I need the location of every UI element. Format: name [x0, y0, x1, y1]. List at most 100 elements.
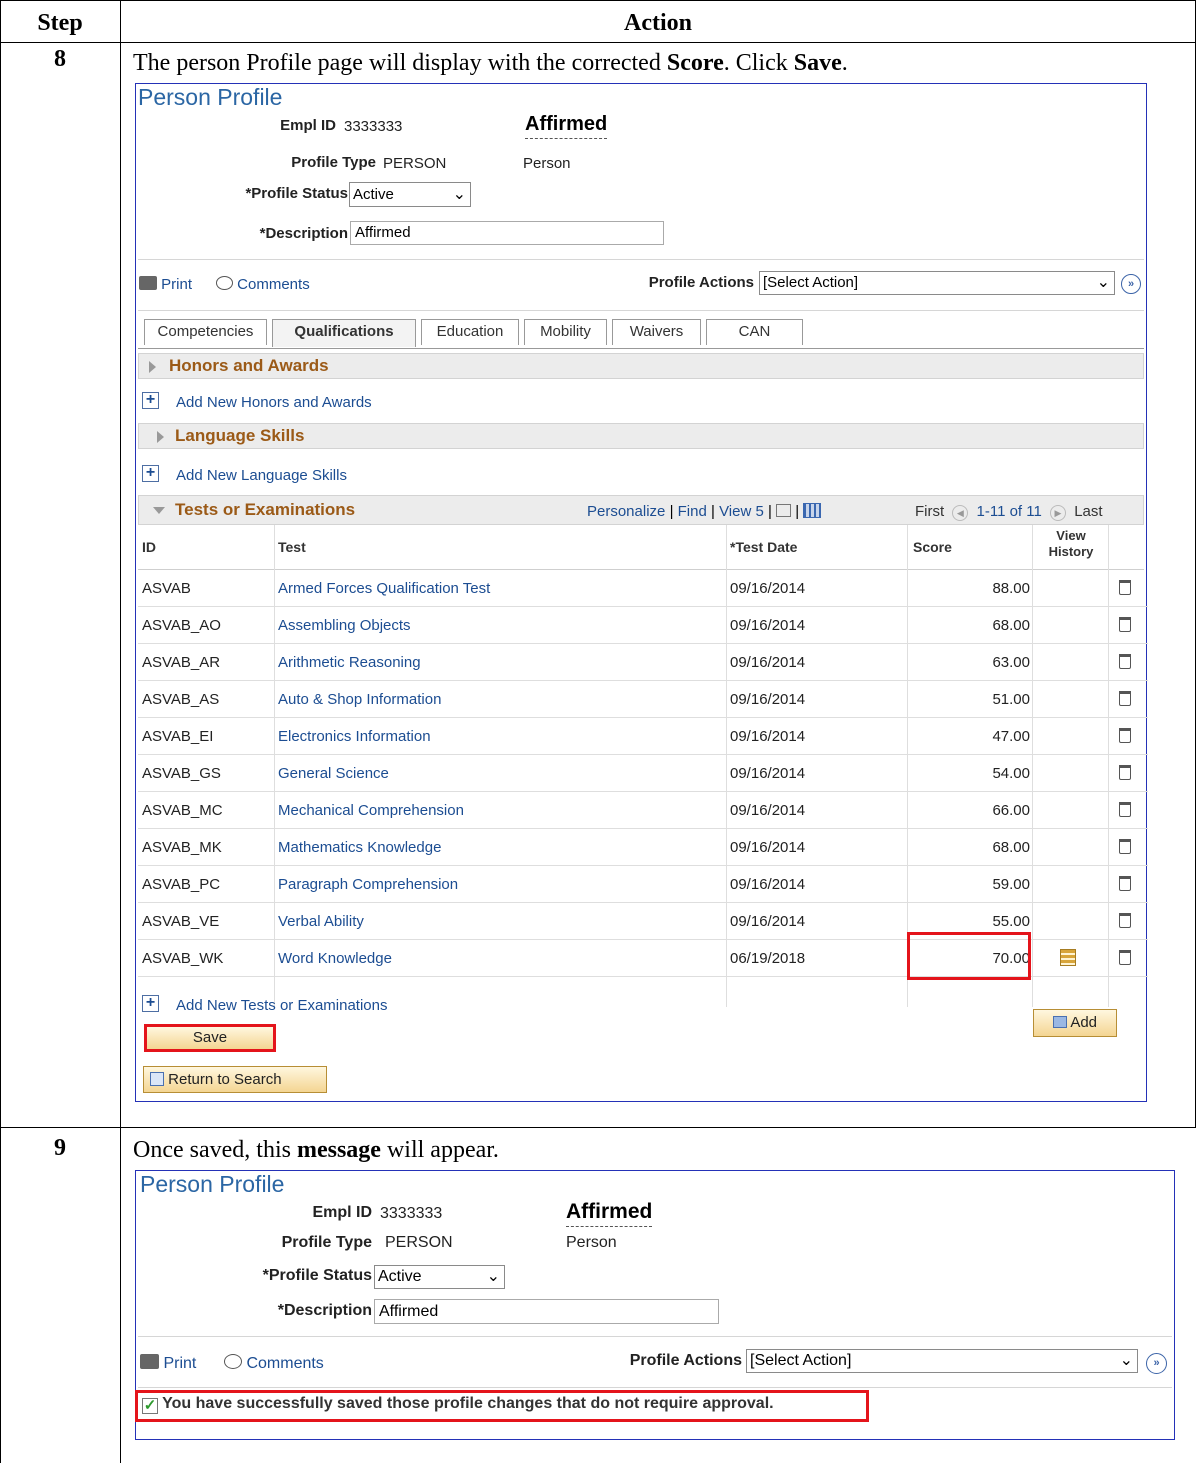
test-name-link[interactable]: Assembling Objects — [278, 607, 411, 644]
test-name-link[interactable]: Armed Forces Qualification Test — [278, 570, 490, 607]
profile-actions-select[interactable]: [Select Action] ⌄ — [759, 271, 1115, 295]
trash-icon[interactable] — [1119, 950, 1131, 965]
add-button[interactable]: Add — [1033, 1009, 1117, 1037]
profile-actions-label: Profile Actions — [629, 1352, 742, 1369]
trash-icon[interactable] — [1119, 691, 1131, 706]
go-arrow-icon[interactable]: » — [1121, 274, 1141, 294]
next-arrow-icon[interactable]: ▶ — [1050, 505, 1067, 521]
profile-status-select[interactable]: Active ⌄ — [349, 182, 471, 207]
test-score: 47.00 — [992, 728, 1030, 745]
chevron-down-icon: ⌄ — [1096, 274, 1110, 291]
add-row-icon — [1052, 1016, 1067, 1028]
test-id: ASVAB_AO — [142, 617, 221, 634]
tab-education[interactable]: Education — [421, 319, 519, 345]
table-row: ASVAB Armed Forces Qualification Test 09/1… — [138, 570, 1148, 607]
step-column-header: Step — [37, 10, 83, 36]
trash-icon[interactable] — [1119, 765, 1131, 780]
score-highlight — [907, 932, 1031, 980]
column-header-view-history: View History — [1048, 528, 1094, 559]
test-name-link[interactable]: Paragraph Comprehension — [278, 866, 458, 903]
tab-mobility[interactable]: Mobility — [524, 319, 607, 345]
table-row: ASVAB_MK Mathematics Knowledge 09/16/2014 6… — [138, 829, 1148, 866]
test-date: 09/16/2014 — [730, 728, 806, 745]
tests-grid: ID Test *Test Date Score View History ASV… — [138, 525, 1148, 1012]
view-5-link[interactable]: View 5 — [719, 503, 764, 520]
table-row: ASVAB_AS Auto & Shop Information 09/16/201… — [138, 681, 1148, 718]
test-score: 54.00 — [992, 765, 1030, 782]
test-date: 06/19/2018 — [730, 950, 806, 967]
find-link[interactable]: Find — [678, 503, 707, 520]
download-grid-icon[interactable] — [803, 503, 822, 518]
test-date: 09/16/2014 — [730, 654, 806, 671]
print-link[interactable]: Print — [140, 1354, 196, 1373]
profile-type-label: Profile Type — [281, 1234, 372, 1251]
page-title: Person Profile — [140, 1171, 285, 1197]
action-column-header: Action — [624, 10, 692, 36]
plus-icon[interactable]: + — [142, 465, 159, 482]
test-id: ASVAB_AR — [142, 654, 221, 671]
trash-icon[interactable] — [1119, 876, 1131, 891]
tab-waivers[interactable]: Waivers — [612, 319, 701, 345]
language-section-header[interactable]: Language Skills — [138, 423, 1144, 449]
table-row: ASVAB_EI Electronics Information 09/16/201… — [138, 718, 1148, 755]
comment-bubble-icon — [224, 1354, 242, 1369]
profile-type-description: Person — [566, 1234, 617, 1251]
trash-icon[interactable] — [1119, 839, 1131, 854]
comments-link[interactable]: Comments — [216, 276, 310, 293]
profile-actions-select[interactable]: [Select Action] ⌄ — [746, 1349, 1138, 1373]
plus-icon[interactable]: + — [142, 392, 159, 409]
tab-qualifications[interactable]: Qualifications — [272, 319, 416, 347]
test-score: 51.00 — [992, 691, 1030, 708]
test-name-link[interactable]: Mechanical Comprehension — [278, 792, 464, 829]
trash-icon[interactable] — [1119, 728, 1131, 743]
test-score: 63.00 — [992, 654, 1030, 671]
go-arrow-icon[interactable]: » — [1146, 1353, 1167, 1374]
column-header-test-date: *Test Date — [730, 539, 798, 555]
new-window-icon[interactable] — [776, 504, 792, 517]
plus-icon[interactable]: + — [142, 995, 159, 1012]
description-label: *Description — [259, 225, 348, 242]
honors-section-header[interactable]: Honors and Awards — [138, 353, 1144, 379]
tab-competencies[interactable]: Competencies — [144, 319, 267, 345]
description-input[interactable]: Affirmed — [350, 221, 664, 245]
profile-status-select[interactable]: Active ⌄ — [374, 1265, 505, 1289]
test-name-link[interactable]: Electronics Information — [278, 718, 431, 755]
printer-icon — [139, 276, 157, 290]
profile-status-title: Affirmed — [566, 1200, 653, 1227]
add-honors-link[interactable]: Add New Honors and Awards — [176, 394, 372, 411]
language-section-title: Language Skills — [175, 426, 305, 445]
last-link[interactable]: Last — [1074, 503, 1102, 520]
comments-link[interactable]: Comments — [224, 1354, 324, 1373]
view-history-icon[interactable] — [1060, 949, 1076, 966]
trash-icon[interactable] — [1119, 913, 1131, 928]
empl-id-label: Empl ID — [280, 117, 336, 134]
add-language-link[interactable]: Add New Language Skills — [176, 467, 347, 484]
empl-id-value: 3333333 — [344, 118, 403, 135]
return-to-search-button[interactable]: Return to Search — [143, 1066, 327, 1093]
test-name-link[interactable]: Mathematics Knowledge — [278, 829, 441, 866]
tests-section-header[interactable]: Tests or Examinations Personalize | Find… — [138, 495, 1144, 525]
test-name-link[interactable]: Verbal Ability — [278, 903, 364, 940]
prev-arrow-icon[interactable]: ◀ — [952, 505, 969, 521]
test-name-link[interactable]: General Science — [278, 755, 389, 792]
test-id: ASVAB_AS — [142, 691, 220, 708]
test-id: ASVAB_WK — [142, 950, 224, 967]
test-name-link[interactable]: Arithmetic Reasoning — [278, 644, 421, 681]
personalize-link[interactable]: Personalize — [587, 503, 665, 520]
test-date: 09/16/2014 — [730, 765, 806, 782]
profile-type-description: Person — [523, 155, 571, 172]
trash-icon[interactable] — [1119, 802, 1131, 817]
column-header-score: Score — [913, 539, 952, 555]
description-input[interactable]: Affirmed — [374, 1299, 719, 1324]
test-name-link[interactable]: Auto & Shop Information — [278, 681, 441, 718]
trash-icon[interactable] — [1119, 580, 1131, 595]
first-link[interactable]: First — [915, 503, 944, 520]
test-name-link[interactable]: Word Knowledge — [278, 940, 392, 977]
tab-can[interactable]: CAN — [706, 319, 803, 345]
test-id: ASVAB_MK — [142, 839, 222, 856]
add-tests-link[interactable]: Add New Tests or Examinations — [176, 997, 388, 1014]
table-row: ASVAB_AR Arithmetic Reasoning 09/16/2014 63… — [138, 644, 1148, 681]
trash-icon[interactable] — [1119, 654, 1131, 669]
trash-icon[interactable] — [1119, 617, 1131, 632]
print-link[interactable]: Print — [139, 276, 192, 293]
